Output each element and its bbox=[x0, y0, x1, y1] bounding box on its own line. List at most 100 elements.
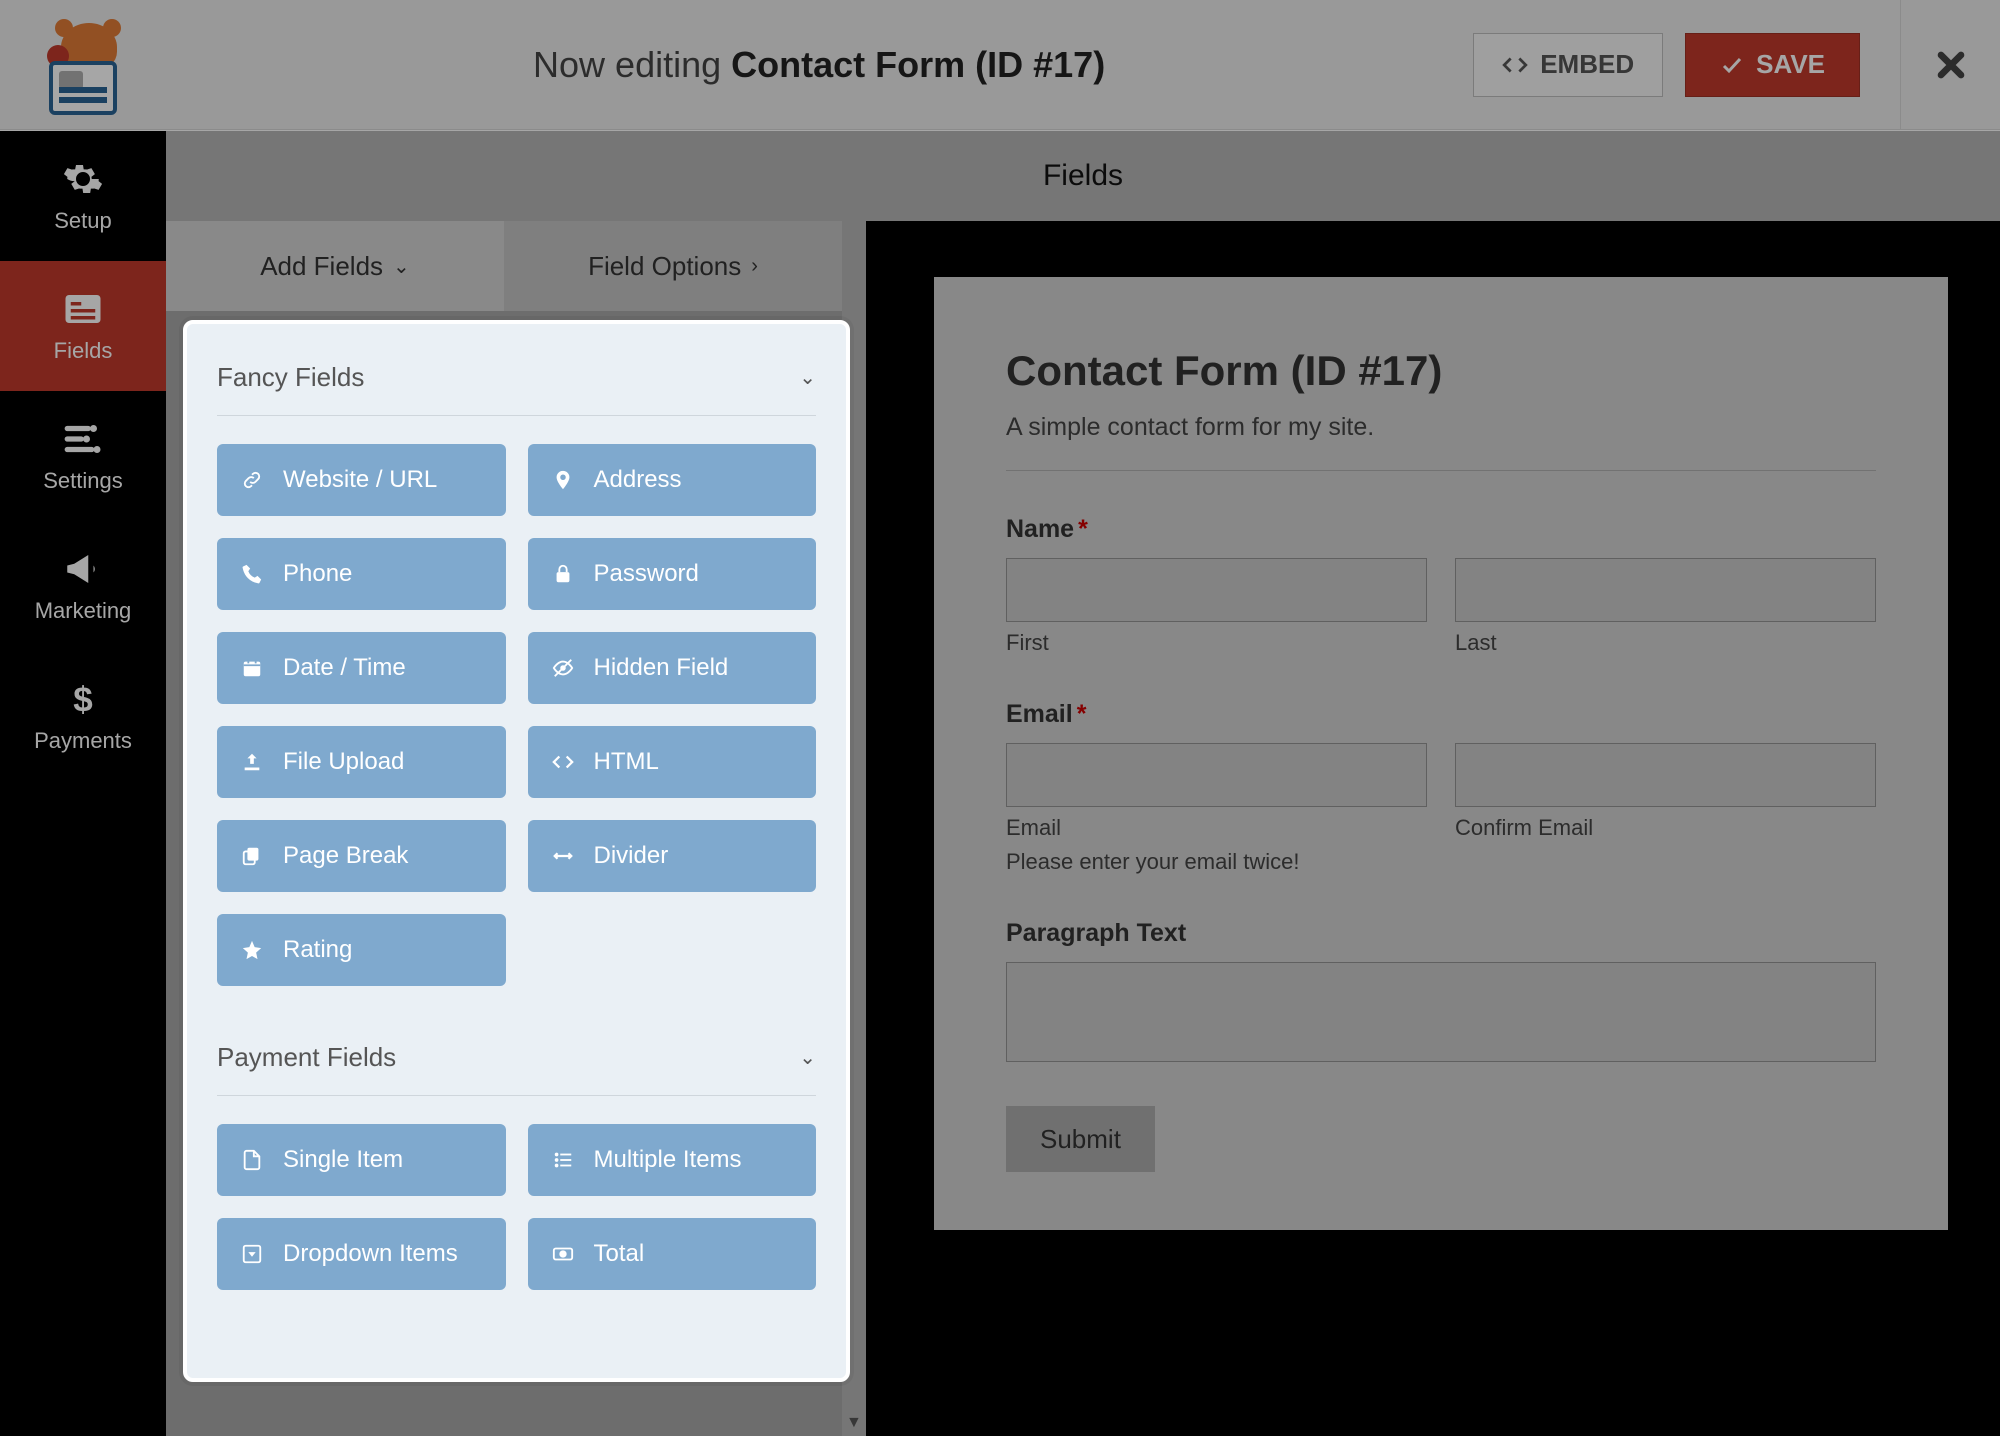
form-preview: Contact Form (ID #17) A simple contact f… bbox=[934, 277, 1948, 1230]
field-button-label: Dropdown Items bbox=[283, 1240, 458, 1268]
field-button-label: Multiple Items bbox=[594, 1146, 742, 1174]
field-button-website-url[interactable]: Website / URL bbox=[217, 444, 506, 516]
field-button-password[interactable]: Password bbox=[528, 538, 817, 610]
field-hint: Please enter your email twice! bbox=[1006, 849, 1876, 875]
field-button-total[interactable]: Total bbox=[528, 1218, 817, 1290]
field-button-address[interactable]: Address bbox=[528, 444, 817, 516]
close-icon bbox=[1931, 45, 1971, 85]
field-button-label: Hidden Field bbox=[594, 654, 729, 682]
field-button-rating[interactable]: Rating bbox=[217, 914, 506, 986]
pin-icon bbox=[550, 469, 576, 491]
field-button-label: Website / URL bbox=[283, 466, 437, 494]
field-button-label: Page Break bbox=[283, 842, 408, 870]
caretbox-icon bbox=[239, 1243, 265, 1265]
field-button-html[interactable]: HTML bbox=[528, 726, 817, 798]
embed-button[interactable]: EMBED bbox=[1473, 33, 1663, 97]
editing-title: Now editing Contact Form (ID #17) bbox=[165, 44, 1473, 86]
section-payment-fields-header[interactable]: Payment Fields ⌄ bbox=[211, 1024, 822, 1095]
check-icon bbox=[1720, 53, 1744, 77]
section-header-title: Fields bbox=[1043, 159, 1123, 193]
phone-icon bbox=[239, 563, 265, 585]
tab-field-options[interactable]: Field Options › bbox=[504, 221, 842, 311]
section-fancy-fields-header[interactable]: Fancy Fields ⌄ bbox=[211, 344, 822, 415]
file-icon bbox=[239, 1149, 265, 1171]
field-paragraph[interactable]: Paragraph Text bbox=[1006, 919, 1876, 1062]
field-name[interactable]: Name* First Last bbox=[1006, 515, 1876, 656]
tab-add-fields[interactable]: Add Fields ⌄ bbox=[166, 221, 504, 311]
field-button-file-upload[interactable]: File Upload bbox=[217, 726, 506, 798]
sliders-icon bbox=[62, 418, 104, 460]
chevron-right-icon: › bbox=[751, 255, 758, 278]
lock-icon bbox=[550, 563, 576, 585]
sidebar-item-payments[interactable]: $ Payments bbox=[0, 651, 166, 781]
svg-text:$: $ bbox=[73, 680, 92, 719]
link-icon bbox=[239, 469, 265, 491]
last-name-input[interactable] bbox=[1455, 558, 1876, 622]
field-button-label: Date / Time bbox=[283, 654, 406, 682]
field-button-divider[interactable]: Divider bbox=[528, 820, 817, 892]
save-button[interactable]: SAVE bbox=[1685, 33, 1860, 97]
money-icon bbox=[550, 1243, 576, 1265]
field-button-label: File Upload bbox=[283, 748, 404, 776]
form-icon bbox=[62, 288, 104, 330]
field-button-label: Password bbox=[594, 560, 699, 588]
sidebar-item-label: Fields bbox=[54, 338, 113, 364]
field-button-date-time[interactable]: Date / Time bbox=[217, 632, 506, 704]
sidebar-item-setup[interactable]: Setup bbox=[0, 131, 166, 261]
calendar-icon bbox=[239, 657, 265, 679]
paragraph-textarea[interactable] bbox=[1006, 962, 1876, 1062]
field-button-single-item[interactable]: Single Item bbox=[217, 1124, 506, 1196]
field-button-label: Phone bbox=[283, 560, 352, 588]
editing-form-name: Contact Form (ID #17) bbox=[731, 44, 1105, 85]
field-button-label: Total bbox=[594, 1240, 645, 1268]
bear-logo-icon bbox=[43, 15, 123, 115]
sidebar-item-fields[interactable]: Fields bbox=[0, 261, 166, 391]
fancy-fields-grid: Website / URL Address Phone Password Date / … bbox=[211, 416, 822, 992]
upload-icon bbox=[239, 751, 265, 773]
copy-icon bbox=[239, 845, 265, 867]
sidebar-item-settings[interactable]: Settings bbox=[0, 391, 166, 521]
field-button-label: Address bbox=[594, 466, 682, 494]
field-button-hidden-field[interactable]: Hidden Field bbox=[528, 632, 817, 704]
dollar-icon: $ bbox=[62, 678, 104, 720]
app-logo[interactable] bbox=[0, 15, 165, 115]
sublabel-last: Last bbox=[1455, 630, 1876, 656]
sidebar-item-label: Payments bbox=[34, 728, 132, 754]
editing-prefix: Now editing bbox=[533, 44, 731, 85]
confirm-email-input[interactable] bbox=[1455, 743, 1876, 807]
sublabel-confirm: Confirm Email bbox=[1455, 815, 1876, 841]
payment-fields-grid: Single Item Multiple Items Dropdown Items T… bbox=[211, 1096, 822, 1296]
sidebar-item-marketing[interactable]: Marketing bbox=[0, 521, 166, 651]
code-icon bbox=[550, 751, 576, 773]
code-icon bbox=[1502, 52, 1528, 78]
panel-tabs: Add Fields ⌄ Field Options › bbox=[166, 221, 866, 311]
field-button-multiple-items[interactable]: Multiple Items bbox=[528, 1124, 817, 1196]
sublabel-first: First bbox=[1006, 630, 1427, 656]
submit-button[interactable]: Submit bbox=[1006, 1106, 1155, 1172]
section-header: Fields bbox=[166, 131, 2000, 221]
section-title: Fancy Fields bbox=[217, 362, 364, 393]
field-email[interactable]: Email* Email Confirm Email Please enter … bbox=[1006, 700, 1876, 875]
field-button-label: HTML bbox=[594, 748, 659, 776]
first-name-input[interactable] bbox=[1006, 558, 1427, 622]
top-actions: EMBED SAVE bbox=[1473, 33, 1900, 97]
email-input[interactable] bbox=[1006, 743, 1427, 807]
top-bar: Now editing Contact Form (ID #17) EMBED … bbox=[0, 0, 2000, 130]
gear-icon bbox=[62, 158, 104, 200]
field-label: Paragraph Text bbox=[1006, 919, 1876, 948]
eyeoff-icon bbox=[550, 657, 576, 679]
sublabel-email: Email bbox=[1006, 815, 1427, 841]
chevron-down-icon: ⌄ bbox=[393, 254, 410, 279]
divider bbox=[1006, 470, 1876, 471]
form-description: A simple contact form for my site. bbox=[1006, 413, 1876, 442]
close-button[interactable] bbox=[1900, 0, 2000, 130]
field-button-phone[interactable]: Phone bbox=[217, 538, 506, 610]
field-button-dropdown-items[interactable]: Dropdown Items bbox=[217, 1218, 506, 1290]
megaphone-icon bbox=[62, 548, 104, 590]
arrows-icon bbox=[550, 845, 576, 867]
chevron-down-icon: ⌄ bbox=[799, 365, 816, 390]
field-button-page-break[interactable]: Page Break bbox=[217, 820, 506, 892]
sidebar: Setup Fields Settings Marketing $ Paymen… bbox=[0, 131, 166, 1436]
field-button-label: Divider bbox=[594, 842, 669, 870]
star-icon bbox=[239, 939, 265, 961]
